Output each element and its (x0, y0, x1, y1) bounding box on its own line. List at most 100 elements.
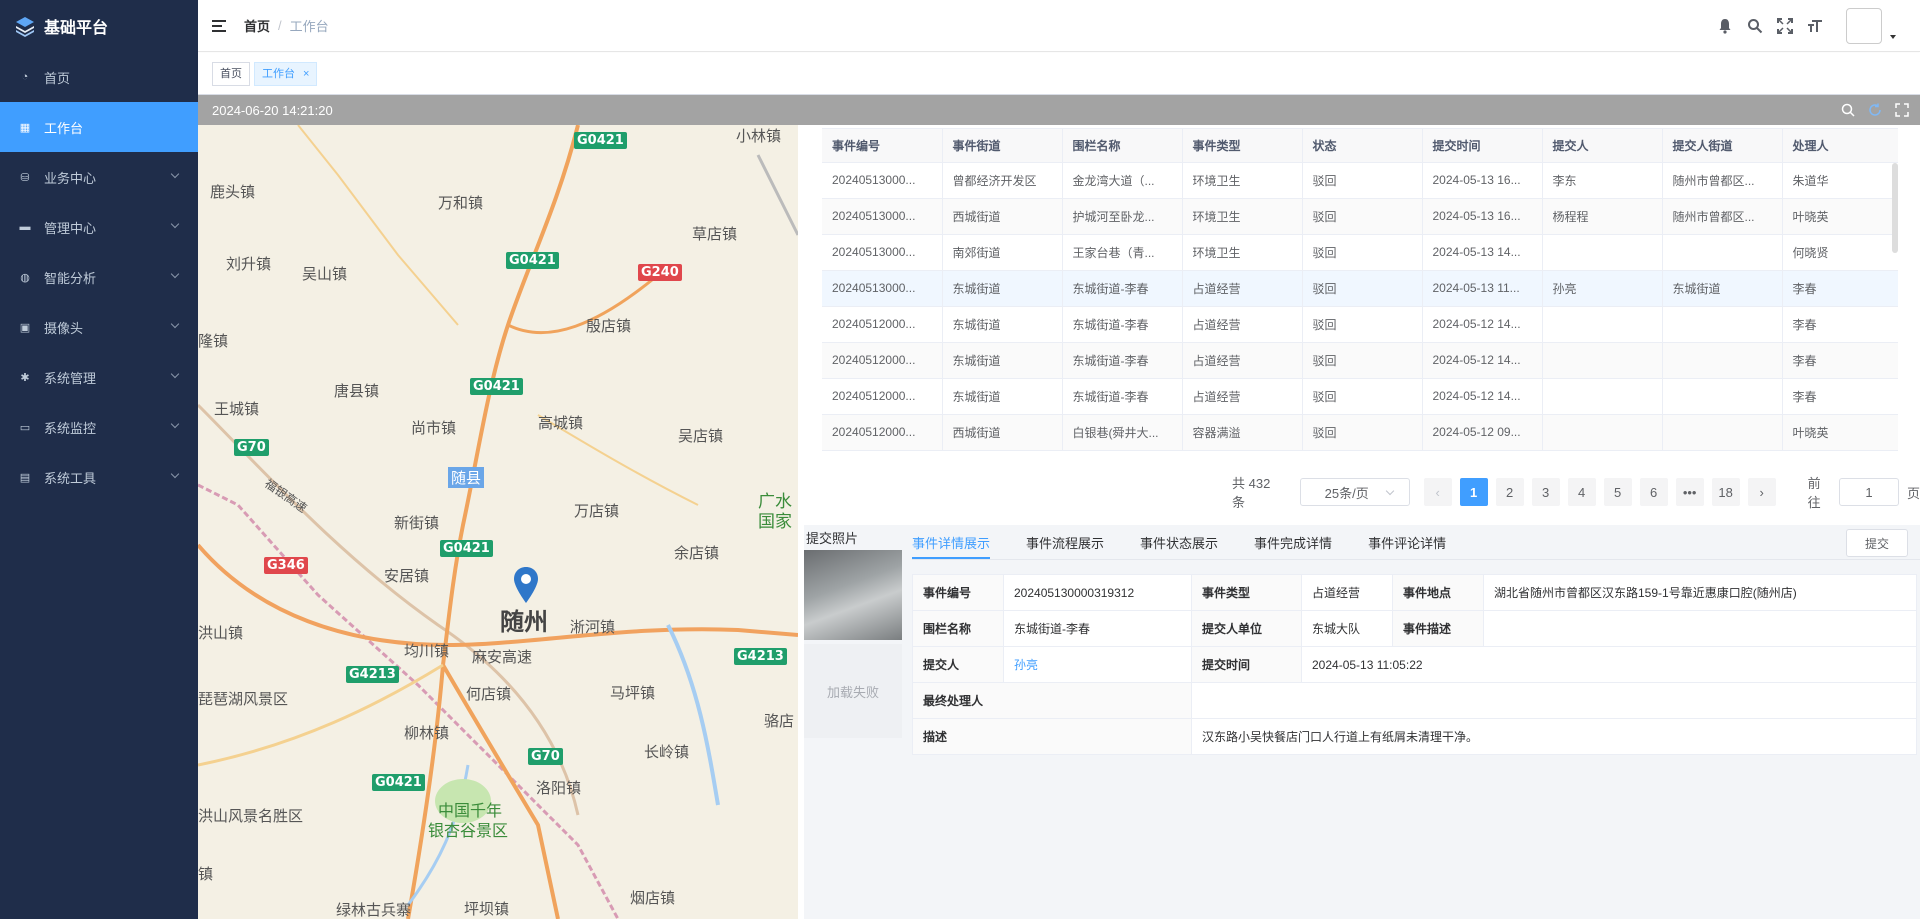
page-number-button[interactable]: 6 (1639, 478, 1668, 506)
sidebar-item-1[interactable]: ▦ 工作台 (0, 102, 198, 152)
detail-row: 描述 汉东路小吴快餐店门口人行道上有纸屑未清理干净。 (912, 718, 1917, 755)
map-place-label: 吴店镇 (678, 427, 724, 445)
road-shield: G240 (638, 264, 682, 281)
road-shield: G70 (528, 748, 563, 765)
caret-down-icon[interactable] (1890, 35, 1896, 39)
goto-page-input[interactable] (1838, 478, 1899, 506)
submitter-link[interactable]: 孙亮 (1003, 646, 1192, 683)
sidebar-item-5[interactable]: ▣ 摄像头 (0, 302, 198, 352)
table-cell: 占道经营 (1182, 306, 1303, 343)
table-cell: 李春 (1782, 270, 1898, 307)
app-logo[interactable]: 基础平台 (0, 0, 198, 52)
search-icon[interactable] (1840, 102, 1856, 118)
table-cell: 驳回 (1302, 342, 1423, 379)
avatar[interactable] (1846, 8, 1882, 44)
close-icon[interactable]: × (303, 63, 309, 85)
sidebar-item-6[interactable]: ✱ 系统管理 (0, 352, 198, 402)
tab-1[interactable]: 事件流程展示 (1008, 533, 1122, 559)
column-header[interactable]: 事件编号 (822, 129, 943, 163)
sidebar-item-7[interactable]: ▭ 系统监控 (0, 402, 198, 452)
tag-home[interactable]: 首页 (212, 61, 250, 86)
sidebar-item-label: 智能分析 (44, 270, 97, 286)
tab-2[interactable]: 事件状态展示 (1122, 533, 1236, 559)
font-size-icon[interactable] (1806, 17, 1824, 35)
table-row[interactable]: 20240512000... 东城街道 东城街道-李春 占道经营 驳回 2024-05-1… (822, 342, 1898, 379)
page-number-button[interactable]: 18 (1711, 478, 1740, 506)
table-cell: 护城河至卧龙... (1062, 198, 1183, 235)
tag-workbench[interactable]: 工作台 × (254, 61, 318, 86)
table-row[interactable]: 20240513000... 西城街道 护城河至卧龙... 环境卫生 驳回 2024-05… (822, 198, 1898, 235)
map-place-label: 洛阳镇 (536, 779, 582, 797)
road-shield: G0421 (506, 252, 559, 269)
page-number-button[interactable]: 1 (1459, 478, 1488, 506)
hamburger-icon[interactable] (212, 19, 228, 33)
next-page-button[interactable]: › (1747, 478, 1776, 506)
table-cell: 20240512000... (822, 306, 943, 343)
map-pin-icon[interactable] (514, 567, 538, 603)
page-number-button[interactable]: 3 (1531, 478, 1560, 506)
sidebar-item-8[interactable]: ▤ 系统工具 (0, 452, 198, 502)
more-pages-button[interactable]: ••• (1675, 478, 1704, 506)
table-cell: 2024-05-12 14... (1422, 378, 1543, 415)
map-place-label: 银杏谷景区 (428, 821, 509, 840)
map-view[interactable]: 小林镇 鹿头镇 万和镇 草店镇 刘升镇 吴山镇 殷店镇 隆镇 唐县镇 王城镇 尚市镇 高城镇 吴店镇 随县… (198, 125, 798, 919)
map-place-label: 安居镇 (384, 567, 430, 585)
breadcrumb-home[interactable]: 首页 (244, 16, 270, 35)
app-title: 基础平台 (44, 20, 109, 37)
column-header[interactable]: 提交人 (1542, 129, 1663, 163)
map-place-label: 洪山镇 (198, 624, 244, 642)
table-row[interactable]: 20240512000... 西城街道 白银巷(舜井大... 容器满溢 驳回 2024-0… (822, 414, 1898, 451)
column-header[interactable]: 事件类型 (1182, 129, 1303, 163)
table-row[interactable]: 20240513000... 曾都经济开发区 金龙湾大道（... 环境卫生 驳回 2024… (822, 162, 1898, 199)
table-cell: 2024-05-12 09... (1422, 414, 1543, 451)
column-header[interactable]: 事件街道 (942, 129, 1063, 163)
page-number-button[interactable]: 4 (1567, 478, 1596, 506)
expand-icon[interactable] (1894, 102, 1910, 118)
refresh-icon[interactable] (1867, 102, 1883, 118)
map-place-label: 新街镇 (394, 514, 440, 532)
submitted-photo[interactable] (804, 550, 902, 640)
road-shield: G0421 (372, 774, 425, 791)
table-cell: 李春 (1782, 306, 1898, 343)
sidebar-item-3[interactable]: ▬ 管理中心 (0, 202, 198, 252)
sidebar-item-2[interactable]: ⛁ 业务中心 (0, 152, 198, 202)
column-header[interactable]: 提交人街道 (1662, 129, 1783, 163)
map-place-label: 国家 (758, 512, 792, 532)
tab-3[interactable]: 事件完成详情 (1236, 533, 1350, 559)
page-suffix: 页 (1906, 485, 1920, 501)
table-cell (1662, 342, 1783, 379)
bell-icon[interactable] (1716, 17, 1734, 35)
table-row[interactable]: 20240513000... 南郊街道 王家台巷（青... 环境卫生 驳回 2024-05… (822, 234, 1898, 271)
column-header[interactable]: 围栏名称 (1062, 129, 1183, 163)
prev-page-button[interactable]: ‹ (1423, 478, 1452, 506)
table-row[interactable]: 20240513000... 东城街道 东城街道-李春 占道经营 驳回 2024-05-1… (822, 270, 1898, 307)
sidebar-item-0[interactable]: ◔ 首页 (0, 52, 198, 102)
page-size-select[interactable]: 25条/页 (1299, 478, 1410, 506)
table-scrollbar[interactable] (1892, 163, 1898, 253)
sidebar-item-label: 系统工具 (44, 470, 97, 486)
search-icon[interactable] (1746, 17, 1764, 35)
column-header[interactable]: 提交时间 (1422, 129, 1543, 163)
sidebar-item-4[interactable]: ◍ 智能分析 (0, 252, 198, 302)
submit-time-label: 提交时间 (1191, 646, 1302, 683)
submit-button[interactable]: 提交 (1846, 529, 1908, 557)
sidebar: 基础平台 ◔ 首页 ▦ 工作台 ⛁ 业务中心 ▬ 管理中心 ◍ 智能分析 ▣ 摄像头 ✱ 系统管理 ▭ 系统监… (0, 0, 198, 919)
table-cell: 驳回 (1302, 162, 1423, 199)
map-header-actions (1829, 102, 1910, 118)
table-row[interactable]: 20240512000... 东城街道 东城街道-李春 占道经营 驳回 2024-05-1… (822, 306, 1898, 343)
tag-label: 首页 (220, 67, 242, 80)
tab-4[interactable]: 事件评论详情 (1350, 533, 1464, 559)
page-number-button[interactable]: 2 (1495, 478, 1524, 506)
fullscreen-icon[interactable] (1776, 17, 1794, 35)
map-place-label: 骆店 (764, 712, 795, 730)
table-row[interactable]: 20240512000... 东城街道 东城街道-李春 占道经营 驳回 2024-05-1… (822, 378, 1898, 415)
map-place-label: 吴山镇 (302, 265, 348, 283)
photo-load-failed: 加载失败 (804, 644, 902, 738)
page-number-button[interactable]: 5 (1603, 478, 1632, 506)
tab-0[interactable]: 事件详情展示 (912, 533, 1008, 559)
column-header[interactable]: 状态 (1302, 129, 1423, 163)
road-shield: G4213 (346, 666, 399, 683)
table-cell: 20240513000... (822, 270, 943, 307)
column-header[interactable]: 处理人 (1782, 129, 1898, 163)
table-cell: 东城街道 (942, 378, 1063, 415)
